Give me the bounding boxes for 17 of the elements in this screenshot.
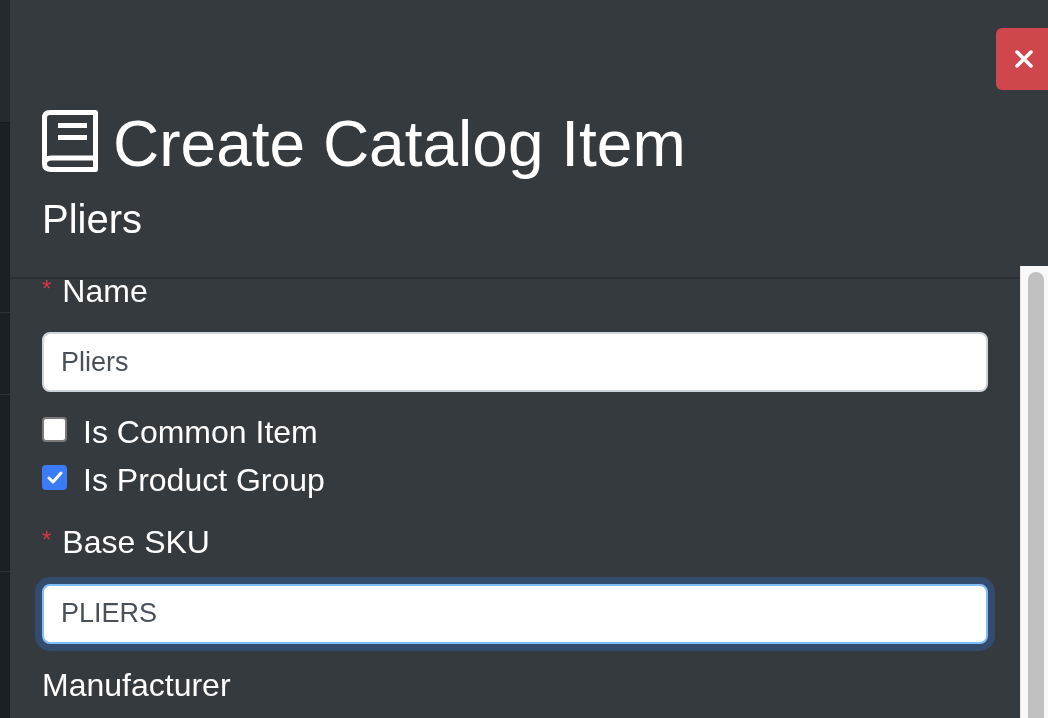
- drawer-subtitle: Pliers: [42, 195, 144, 243]
- close-button[interactable]: [996, 28, 1048, 90]
- close-icon: [1015, 50, 1033, 68]
- scrollbar-thumb[interactable]: [1028, 271, 1044, 718]
- book-icon: [42, 110, 98, 172]
- checkbox[interactable]: [42, 465, 67, 491]
- input-field[interactable]: Pliers: [42, 332, 988, 393]
- required-mark: *: [42, 530, 52, 550]
- check-icon: [46, 471, 63, 485]
- checkbox-label: Is Product Group: [83, 461, 325, 501]
- field-label: Base SKU: [62, 530, 210, 556]
- checkbox[interactable]: [42, 417, 67, 443]
- field-label: Manufacturer: [42, 673, 231, 699]
- field-label: Name: [62, 278, 148, 305]
- checkbox-label: Is Common Item: [83, 413, 318, 453]
- drawer-title: Create Catalog Item: [113, 107, 686, 182]
- required-mark: *: [42, 278, 52, 298]
